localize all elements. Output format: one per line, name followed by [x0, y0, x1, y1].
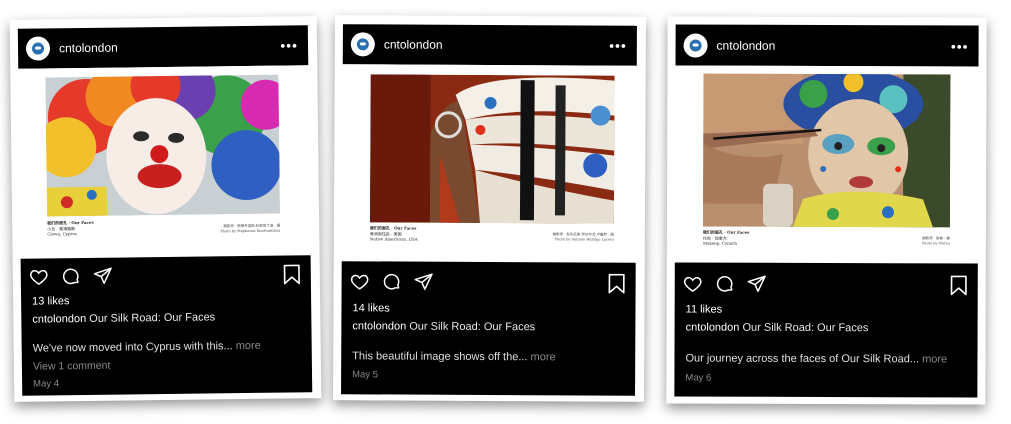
clown-photo	[45, 74, 281, 217]
username[interactable]: cntolondon	[717, 38, 951, 53]
image-caption-title: 我们的面孔 · Our Faces	[47, 219, 94, 226]
image-credit-en: Photo by Slerea	[921, 241, 950, 246]
more-options-icon[interactable]: •••	[951, 38, 969, 54]
avatar[interactable]	[683, 33, 708, 58]
post-description: This beautiful image shows off the... mo…	[352, 350, 555, 363]
heart-icon[interactable]	[350, 271, 370, 291]
post-card-2: cntolondon ••• 我们的面孔 · Our Faces 美洲原住民 ·…	[332, 15, 647, 402]
likes-count[interactable]: 11 likes	[686, 304, 723, 316]
image-caption-title: 我们的面孔 · Our Faces	[369, 225, 417, 231]
heart-icon[interactable]	[683, 273, 703, 293]
post-image[interactable]: 我们的面孔 · Our Faces 化妆 · 加拿大 Makeup, Canad…	[674, 65, 979, 264]
caption: cntolondon Our Silk Road: Our Faces	[32, 311, 215, 325]
post-image[interactable]: 我们的面孔 · Our Faces 小丑 · 塞浦路斯 Clown, Cypru…	[18, 65, 311, 259]
post-description: Our journey across the faces of Our Silk…	[685, 353, 947, 366]
more-options-icon[interactable]: •••	[609, 38, 627, 54]
bookmark-icon[interactable]	[608, 273, 626, 294]
likes-count[interactable]: 13 likes	[32, 295, 69, 307]
post-header: cntolondon •••	[675, 24, 979, 67]
image-caption-location: Clown, Cyprus	[47, 231, 78, 237]
description-text: Our journey across the faces of Our Silk…	[685, 352, 920, 366]
headdress-photo	[369, 74, 615, 224]
bookmark-icon[interactable]	[283, 264, 301, 285]
username[interactable]: cntolondon	[59, 39, 280, 56]
caption: cntolondon Our Silk Road: Our Faces	[352, 320, 535, 333]
caption-text: Our Silk Road: Our Faces	[409, 320, 536, 334]
post-card-3: cntolondon ••• 我们的面孔 · Our Faces 化妆 · 加拿…	[666, 16, 987, 405]
image-credit-en: Photo by Stephanos Konstantinou	[220, 228, 281, 234]
heart-icon[interactable]	[29, 266, 49, 286]
avatar[interactable]	[350, 32, 375, 57]
action-icons	[350, 271, 434, 291]
logo-icon	[689, 39, 702, 52]
action-icons	[683, 273, 767, 293]
post-header: cntolondon •••	[17, 25, 309, 69]
post-description: We've now moved into Cyprus with this...…	[33, 340, 261, 355]
share-icon[interactable]	[93, 266, 113, 286]
image-caption-location: Native Americans, USA	[369, 236, 418, 242]
caption-text: Our Silk Road: Our Faces	[742, 321, 869, 335]
post-card-1: cntolondon ••• 我们的面孔 · Our Faces 小丑 · 塞浦…	[9, 16, 322, 402]
post-footer: 14 likes cntolondon Our Silk Road: Our F…	[341, 261, 636, 396]
comment-icon[interactable]	[61, 266, 81, 286]
image-caption-location: Makeup, Canada	[702, 240, 738, 246]
comment-icon[interactable]	[715, 274, 735, 294]
action-icons	[29, 266, 113, 287]
post-footer: 11 likes cntolondon Our Silk Road: Our F…	[674, 262, 978, 398]
caption-username[interactable]: cntolondon	[352, 320, 406, 332]
caption-username[interactable]: cntolondon	[32, 313, 86, 326]
share-icon[interactable]	[414, 272, 434, 292]
caption-text: Our Silk Road: Our Faces	[89, 311, 216, 325]
post-date: May 5	[352, 369, 379, 381]
comment-icon[interactable]	[382, 271, 402, 291]
description-text: We've now moved into Cyprus with this...	[32, 340, 233, 355]
logo-icon	[31, 42, 45, 55]
likes-count[interactable]: 14 likes	[352, 302, 389, 314]
image-credit-en: Photo by Antonio Hidalgo Lucero	[554, 237, 614, 242]
post-date: May 6	[685, 372, 712, 384]
caption-username[interactable]: cntolondon	[686, 322, 740, 334]
description-text: This beautiful image shows off the...	[352, 350, 528, 364]
view-comments-link[interactable]: View 1 comment	[33, 360, 111, 373]
more-options-icon[interactable]: •••	[280, 37, 298, 53]
face-paint-photo	[702, 73, 951, 228]
caption: cntolondon Our Silk Road: Our Faces	[686, 322, 869, 335]
post-date: May 4	[33, 378, 60, 390]
logo-icon	[356, 38, 369, 51]
avatar[interactable]	[25, 36, 51, 61]
more-link[interactable]: more	[531, 351, 556, 363]
bookmark-icon[interactable]	[950, 275, 968, 296]
more-link[interactable]: more	[922, 353, 947, 365]
post-footer: 13 likes cntolondon Our Silk Road: Our F…	[20, 255, 313, 396]
post-header: cntolondon •••	[342, 24, 637, 66]
image-caption-title: 我们的面孔 · Our Faces	[702, 229, 750, 235]
more-link[interactable]: more	[236, 340, 261, 352]
share-icon[interactable]	[747, 274, 767, 294]
username[interactable]: cntolondon	[384, 37, 609, 52]
post-image[interactable]: 我们的面孔 · Our Faces 美洲原住民 · 美国 Native Amer…	[341, 64, 637, 263]
